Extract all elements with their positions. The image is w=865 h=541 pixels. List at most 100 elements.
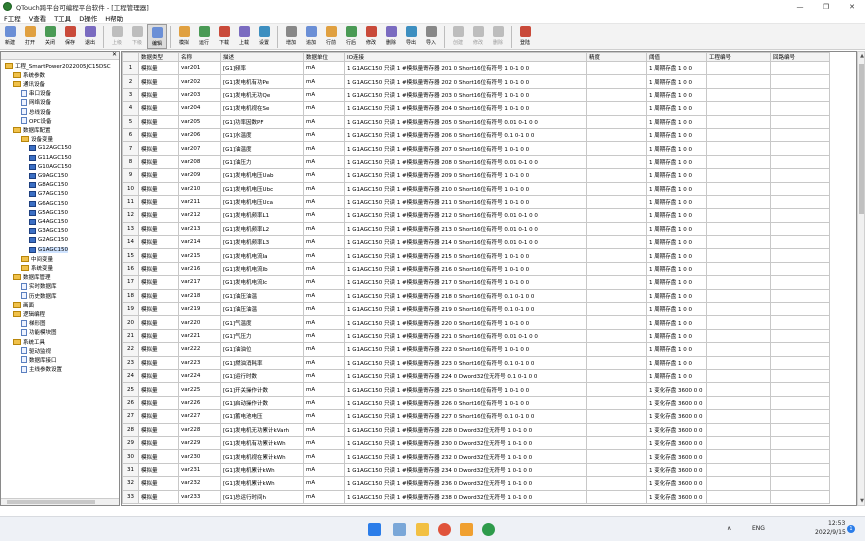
table-cell[interactable] bbox=[706, 342, 771, 357]
table-cell[interactable]: 1 G1AGC150 只读 1 #模拟量寄存器 236 0 Dword32位无符… bbox=[344, 476, 587, 491]
table-row[interactable]: 4 模拟量 var204 [G1]发电机视在Se mA 1 G1AGC150 只读 1 #… bbox=[122, 101, 830, 116]
table-cell[interactable]: 1 变化存盘 3600 0 0 bbox=[646, 476, 707, 491]
table-cell[interactable] bbox=[770, 462, 830, 478]
table-cell[interactable] bbox=[706, 221, 771, 237]
table-cell[interactable]: 1 变化存盘 3600 0 0 bbox=[646, 462, 707, 478]
toolbar-button[interactable]: 打开 bbox=[20, 24, 40, 49]
table-cell[interactable]: var229 bbox=[178, 435, 221, 451]
table-cell[interactable]: 模拟量 bbox=[138, 489, 179, 504]
table-cell[interactable] bbox=[706, 368, 771, 384]
qtouch-taskbar-icon[interactable] bbox=[482, 523, 495, 536]
table-cell[interactable]: mA bbox=[303, 409, 345, 424]
table-cell[interactable] bbox=[706, 154, 771, 170]
table-cell[interactable]: 1 G1AGC150 只读 1 #模拟量寄存器 218 0 Short16位有符… bbox=[344, 288, 587, 304]
table-cell[interactable]: var223 bbox=[178, 355, 221, 370]
table-cell[interactable]: 1 周期存盘 1 0 0 bbox=[646, 181, 707, 196]
row-number[interactable]: 28 bbox=[122, 422, 139, 437]
tree-node[interactable]: 工程_SmartPower2022005JC15DSC bbox=[5, 61, 111, 70]
table-cell[interactable]: var217 bbox=[178, 275, 221, 290]
table-cell[interactable]: 1 G1AGC150 只读 1 #模拟量寄存器 226 0 Short16位有符… bbox=[344, 395, 587, 411]
table-cell[interactable] bbox=[706, 435, 771, 451]
toolbar-button[interactable]: 上级 bbox=[107, 24, 127, 49]
table-cell[interactable]: 1 G1AGC150 只读 1 #模拟量寄存器 210 0 Short16位有符… bbox=[344, 181, 587, 196]
tree-node[interactable]: 数据库管理 bbox=[13, 273, 51, 282]
row-number[interactable]: 9 bbox=[122, 168, 139, 183]
table-cell[interactable]: mA bbox=[303, 261, 345, 277]
menu-item[interactable]: F工程 bbox=[0, 13, 25, 23]
table-cell[interactable]: mA bbox=[303, 355, 345, 370]
table-row[interactable]: 25 模拟量 var225 [G1]开关操作计数 mA 1 G1AGC150 只读 1 #… bbox=[122, 382, 830, 397]
table-cell[interactable] bbox=[706, 409, 771, 424]
menu-item[interactable]: H帮助 bbox=[101, 13, 127, 23]
table-cell[interactable]: 模拟量 bbox=[138, 342, 179, 357]
table-cell[interactable]: 1 周期存盘 1 0 0 bbox=[646, 288, 707, 304]
table-cell[interactable]: [G1]发电机电流Ic bbox=[220, 275, 304, 290]
table-cell[interactable]: 模拟量 bbox=[138, 302, 179, 317]
table-cell[interactable]: 1 G1AGC150 只读 1 #模拟量寄存器 209 0 Short16位有符… bbox=[344, 168, 587, 183]
table-cell[interactable] bbox=[706, 87, 771, 103]
table-cell[interactable] bbox=[586, 422, 647, 437]
table-cell[interactable]: 1 周期存盘 1 0 0 bbox=[646, 342, 707, 357]
table-cell[interactable] bbox=[706, 382, 771, 397]
toolbar-button[interactable]: 登陆 bbox=[515, 24, 535, 49]
table-row[interactable]: 29 模拟量 var229 [G1]发电机有功累计kWh mA 1 G1AGC150 只读… bbox=[122, 435, 830, 451]
tree-node[interactable]: 系统工具 bbox=[13, 337, 45, 346]
table-cell[interactable]: var205 bbox=[178, 114, 221, 129]
table-cell[interactable]: mA bbox=[303, 141, 345, 156]
table-cell[interactable]: 1 变化存盘 3600 0 0 bbox=[646, 409, 707, 424]
row-number[interactable]: 32 bbox=[122, 476, 139, 491]
menu-item[interactable]: T工具 bbox=[50, 13, 75, 23]
table-cell[interactable]: [G1]发电机电流Ia bbox=[220, 248, 304, 263]
table-cell[interactable] bbox=[706, 328, 771, 344]
table-cell[interactable]: 模拟量 bbox=[138, 101, 179, 116]
table-cell[interactable]: [G1]发电机电压Uca bbox=[220, 194, 304, 210]
tree-node[interactable]: 功能模块图 bbox=[21, 328, 57, 337]
table-cell[interactable]: 1 变化存盘 3600 0 0 bbox=[646, 489, 707, 504]
table-cell[interactable] bbox=[586, 449, 647, 464]
table-cell[interactable] bbox=[586, 127, 647, 143]
table-cell[interactable] bbox=[770, 315, 830, 330]
table-cell[interactable]: var204 bbox=[178, 101, 221, 116]
table-cell[interactable]: mA bbox=[303, 315, 345, 330]
column-header[interactable]: 数据单位 bbox=[303, 52, 345, 62]
table-cell[interactable]: 模拟量 bbox=[138, 382, 179, 397]
table-cell[interactable] bbox=[770, 435, 830, 451]
table-cell[interactable]: var220 bbox=[178, 315, 221, 330]
table-row[interactable]: 16 模拟量 var216 [G1]发电机电流Ib mA 1 G1AGC150 只读 1 … bbox=[122, 261, 830, 277]
tree-node[interactable]: G11AGC150 bbox=[29, 153, 72, 162]
table-cell[interactable]: [G1]发电机视在Se bbox=[220, 101, 304, 116]
table-cell[interactable]: 1 G1AGC150 只读 1 #模拟量寄存器 234 0 Dword32位无符… bbox=[344, 462, 587, 478]
table-cell[interactable] bbox=[586, 248, 647, 263]
table-cell[interactable]: 1 周期存盘 1 0 0 bbox=[646, 235, 707, 250]
language-indicator[interactable]: ENG bbox=[752, 525, 765, 532]
table-cell[interactable]: 1 周期存盘 1 0 0 bbox=[646, 261, 707, 277]
tree-node[interactable]: 画面 bbox=[13, 300, 34, 309]
toolbar-button[interactable]: 退出 bbox=[80, 24, 100, 49]
table-cell[interactable]: mA bbox=[303, 328, 345, 344]
table-cell[interactable]: mA bbox=[303, 382, 345, 397]
table-cell[interactable]: var232 bbox=[178, 476, 221, 491]
tree-node[interactable]: 通讯设备 bbox=[13, 79, 45, 88]
table-cell[interactable]: 1 周期存盘 1 0 0 bbox=[646, 315, 707, 330]
toolbar-button[interactable]: 导出 bbox=[401, 24, 421, 49]
table-row[interactable]: 18 模拟量 var218 [G1]油压油温 mA 1 G1AGC150 只读 1 #模拟… bbox=[122, 288, 830, 304]
toolbar-button[interactable]: 删除 bbox=[381, 24, 401, 49]
table-cell[interactable]: 模拟量 bbox=[138, 154, 179, 170]
table-cell[interactable]: mA bbox=[303, 60, 345, 76]
table-cell[interactable]: [G1]发电机累计kWh bbox=[220, 476, 304, 491]
table-row[interactable]: 5 模拟量 var205 [G1]功率因数PF mA 1 G1AGC150 只读 1 #模… bbox=[122, 114, 830, 129]
table-cell[interactable] bbox=[586, 235, 647, 250]
app-icon[interactable] bbox=[460, 523, 473, 536]
start-icon[interactable] bbox=[368, 523, 381, 536]
table-cell[interactable]: [G1]发电机频率L3 bbox=[220, 235, 304, 250]
row-number[interactable]: 22 bbox=[122, 342, 139, 357]
table-cell[interactable]: mA bbox=[303, 87, 345, 103]
table-row[interactable]: 3 模拟量 var203 [G1]发电机无功Qe mA 1 G1AGC150 只读 1 #… bbox=[122, 87, 830, 103]
table-cell[interactable] bbox=[706, 114, 771, 129]
tree-node[interactable]: 历史数据库 bbox=[21, 291, 57, 300]
tree-node[interactable]: 系统参数 bbox=[13, 70, 45, 79]
table-cell[interactable]: 1 G1AGC150 只读 1 #模拟量寄存器 232 0 Dword32位无符… bbox=[344, 449, 587, 464]
table-cell[interactable]: 模拟量 bbox=[138, 275, 179, 290]
toolbar-button[interactable]: 导入 bbox=[421, 24, 441, 49]
table-cell[interactable] bbox=[706, 235, 771, 250]
